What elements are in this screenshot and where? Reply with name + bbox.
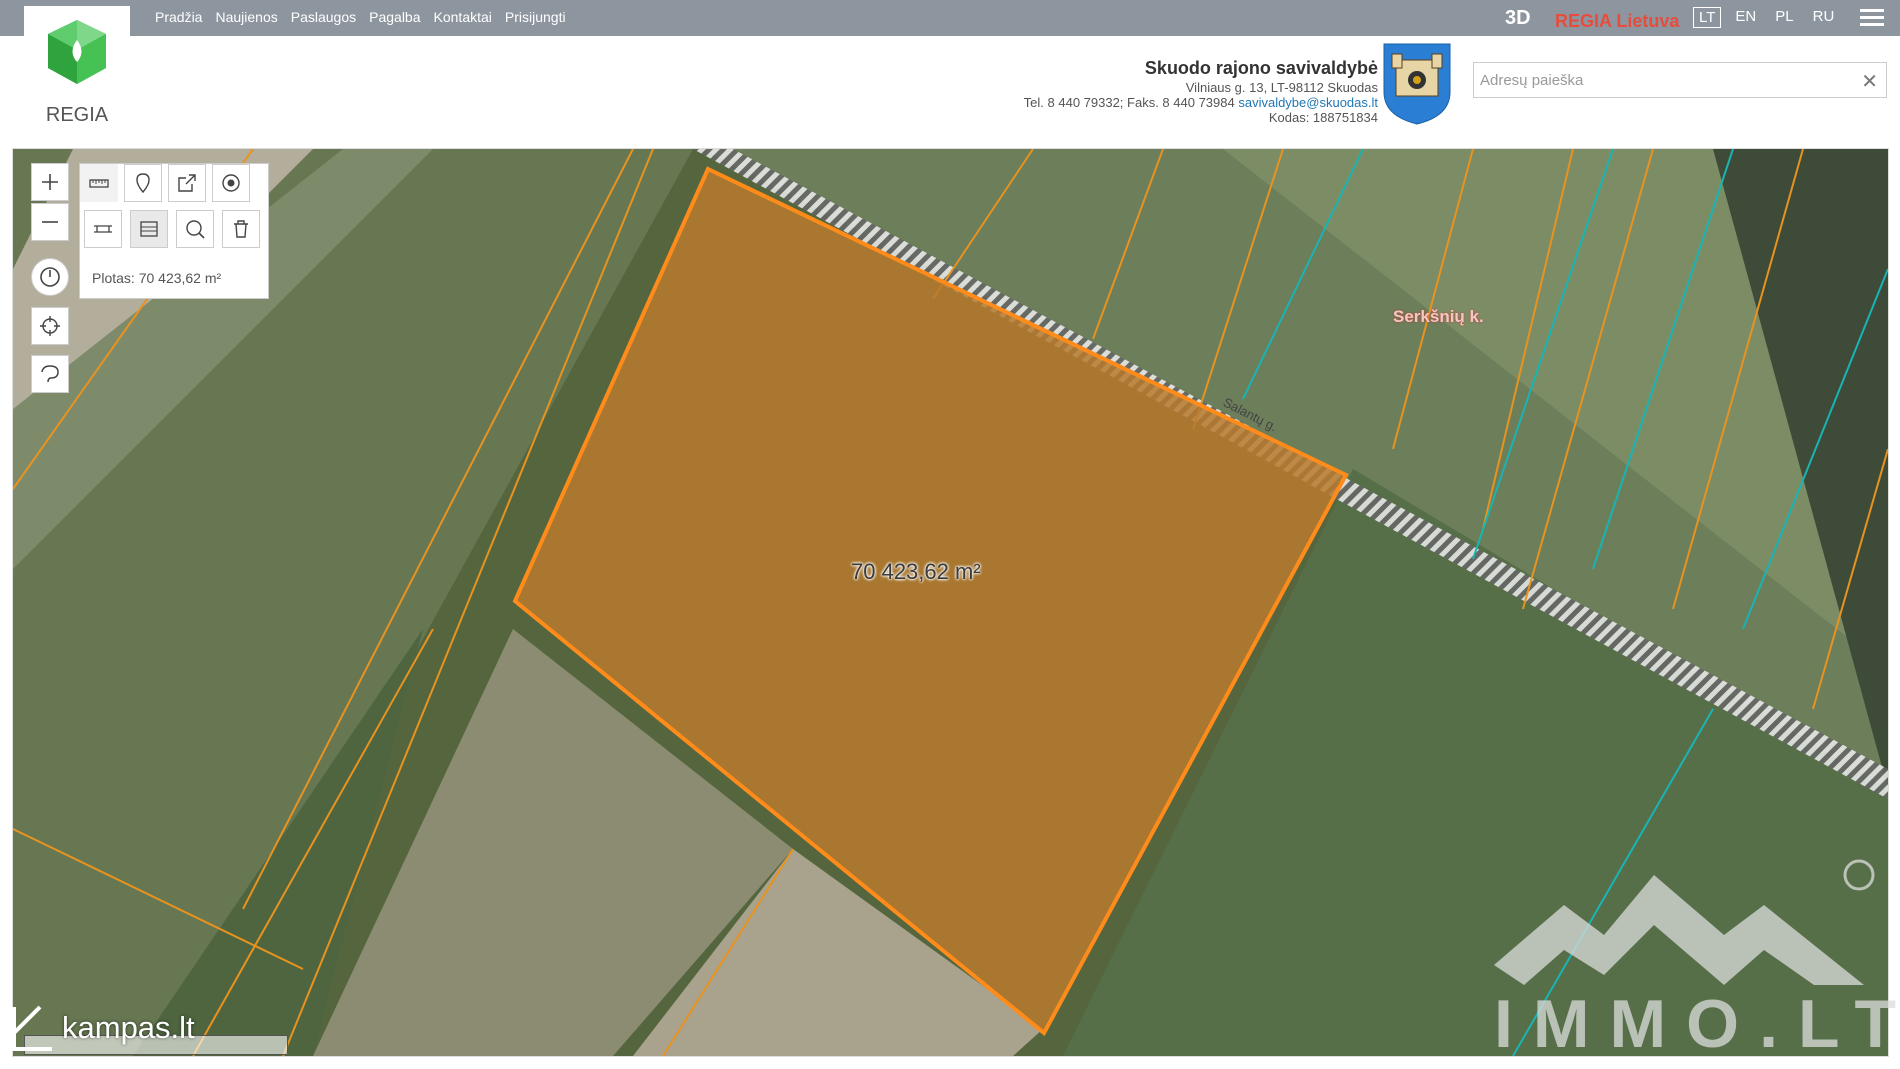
immo-watermark: IMMO.LT [1494,986,1900,1062]
language-switcher: LT EN PL RU [1693,7,1839,28]
lang-ru[interactable]: RU [1808,7,1840,28]
parcel-area-label: 70 423,62 m² [851,559,981,584]
lang-en[interactable]: EN [1730,7,1761,28]
municipality-contact: Tel. 8 440 79332; Faks. 8 440 73984 savi… [1024,95,1378,110]
marker-icon [136,173,150,194]
measure-result: Plotas: 70 423,62 m² [92,270,222,286]
zoom-in-button[interactable] [31,163,69,201]
municipality-code: Kodas: 188751834 [1268,110,1378,125]
measure-distance-icon [94,225,112,233]
nav-login[interactable]: Prisijungti [505,9,566,25]
measure-panel: Plotas: 70 423,62 m² [79,163,269,299]
nav-home[interactable]: Pradžia [155,9,202,25]
kampas-watermark: kampas.lt [10,1003,195,1053]
target-icon [222,174,240,192]
locate-button[interactable] [31,307,69,345]
measure-area-icon [140,221,158,237]
measure-button[interactable] [80,164,118,202]
target-button[interactable] [212,164,250,202]
share-icon [178,174,196,192]
3d-button[interactable]: 3D [1505,7,1531,30]
nav-services[interactable]: Paslaugos [291,9,356,25]
regia-logo-icon [48,20,106,84]
search-area-button[interactable] [176,210,214,248]
top-bar: Pradžia Naujienos Paslaugos Pagalba Kont… [0,0,1900,36]
measure-icon [89,179,109,188]
delete-button[interactable] [222,210,260,248]
municipality-address: Vilniaus g. 13, LT-98112 Skuodas [1185,80,1378,95]
marker-button[interactable] [124,164,162,202]
municipality-name: Skuodo rajono savivaldybė [1144,58,1378,78]
kampas-text: kampas.lt [62,1010,195,1045]
brand-label: REGIA Lietuva [1555,11,1680,31]
measure-area-button[interactable] [130,210,168,248]
village-label: Serkšnių k. [1393,307,1484,326]
search-area-icon [186,220,205,239]
regia-logo[interactable]: REGIA [24,6,130,126]
nav-contacts[interactable]: Kontaktai [434,9,492,25]
clear-search-icon[interactable]: ✕ [1861,69,1878,94]
address-search-input[interactable] [1474,63,1846,97]
municipality-email[interactable]: savivaldybe@skuodas.lt [1238,95,1378,110]
kampas-logo-icon [12,1005,52,1051]
zoom-in-icon [42,174,58,190]
trash-icon [234,220,248,238]
locate-icon [40,316,60,336]
nav-news[interactable]: Naujienos [215,9,277,25]
nav-help[interactable]: Pagalba [369,9,420,25]
measure-distance-button[interactable] [84,210,122,248]
logo-text: REGIA [45,104,109,126]
municipality-info: Skuodo rajono savivaldybė Vilniaus g. 13… [1024,56,1378,125]
coat-of-arms-icon [1383,43,1451,125]
address-search: ✕ [1473,62,1887,98]
lang-lt[interactable]: LT [1693,7,1722,28]
zoom-out-icon [42,221,58,223]
municipality-phone: Tel. 8 440 79332; Faks. 8 440 73984 [1023,95,1235,110]
lasso-icon [41,365,59,383]
zoom-out-button[interactable] [31,203,69,241]
history-icon [40,267,60,287]
share-button[interactable] [168,164,206,202]
lang-pl[interactable]: PL [1770,7,1798,28]
main-nav: Pradžia Naujienos Paslaugos Pagalba Kont… [155,9,566,25]
lasso-button[interactable] [31,355,69,393]
history-button[interactable] [31,258,69,296]
hamburger-menu-icon[interactable] [1860,9,1884,27]
